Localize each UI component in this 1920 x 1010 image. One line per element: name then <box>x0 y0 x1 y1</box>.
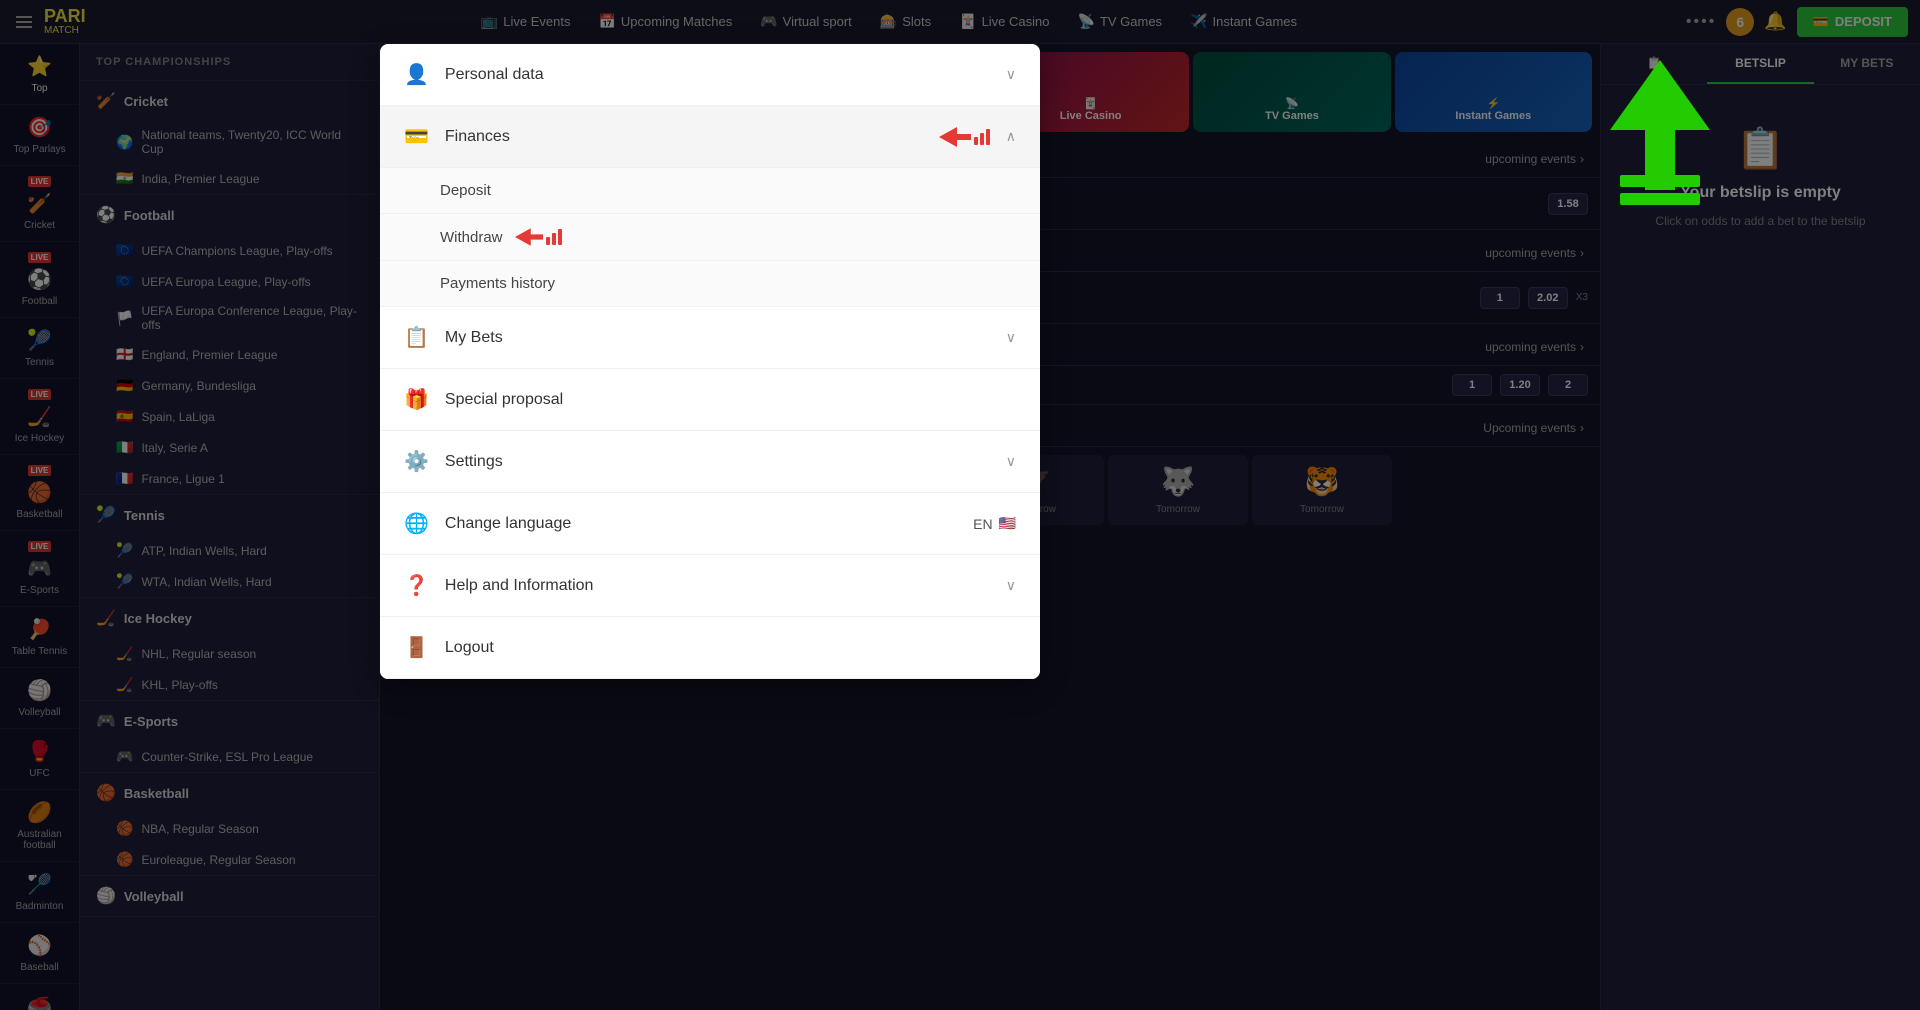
logout-icon: 🚪 <box>404 635 429 660</box>
modal-item-special-proposal[interactable]: 🎁 Special proposal <box>380 369 1040 431</box>
modal-sub-withdraw[interactable]: Withdraw <box>380 214 1040 261</box>
chevron-down-icon-settings: ∨ <box>1006 453 1016 470</box>
red-arrow-icon <box>939 127 971 147</box>
modal-sub-payments[interactable]: Payments history <box>380 261 1040 307</box>
help-icon: ❓ <box>404 573 429 598</box>
language-icon: 🌐 <box>404 511 429 536</box>
finances-icon: 💳 <box>404 124 429 149</box>
finances-arrow-indicator <box>939 127 990 147</box>
menu-modal: 👤 Personal data ∨ 💳 Finances ∧ Deposit W… <box>380 44 1040 679</box>
withdraw-red-arrow-icon <box>515 228 543 246</box>
modal-sub-deposit[interactable]: Deposit <box>380 168 1040 214</box>
red-bar-3 <box>986 129 990 145</box>
chevron-down-icon-help: ∨ <box>1006 577 1016 594</box>
my-bets-label: My Bets <box>445 329 990 347</box>
personal-data-icon: 👤 <box>404 62 429 87</box>
chevron-down-icon-mybets: ∨ <box>1006 329 1016 346</box>
finances-label: Finances <box>445 128 915 146</box>
modal-item-logout[interactable]: 🚪 Logout <box>380 617 1040 679</box>
red-bar-1 <box>974 137 978 145</box>
withdraw-arrow-indicator <box>515 228 562 246</box>
modal-item-change-language[interactable]: 🌐 Change language EN 🇺🇸 <box>380 493 1040 555</box>
modal-item-personal-data[interactable]: 👤 Personal data ∨ <box>380 44 1040 106</box>
withdraw-bar-3 <box>558 229 562 245</box>
chevron-up-icon-finances: ∧ <box>1006 128 1016 145</box>
modal-item-my-bets[interactable]: 📋 My Bets ∨ <box>380 307 1040 369</box>
withdraw-bar-1 <box>546 237 550 245</box>
change-language-label: Change language <box>445 515 957 533</box>
special-proposal-label: Special proposal <box>445 391 1016 409</box>
chevron-down-icon-personal: ∨ <box>1006 66 1016 83</box>
personal-data-label: Personal data <box>445 66 990 84</box>
us-flag-icon: 🇺🇸 <box>999 515 1016 532</box>
settings-label: Settings <box>445 453 990 471</box>
withdraw-bars-group <box>546 229 562 245</box>
red-bars-group <box>974 129 990 145</box>
red-bar-2 <box>980 133 984 145</box>
withdraw-bar-2 <box>552 233 556 245</box>
logout-label: Logout <box>445 639 1016 657</box>
my-bets-icon: 📋 <box>404 325 429 350</box>
language-value: EN 🇺🇸 <box>973 515 1016 532</box>
help-label: Help and Information <box>445 577 990 595</box>
modal-item-finances[interactable]: 💳 Finances ∧ <box>380 106 1040 168</box>
modal-item-help[interactable]: ❓ Help and Information ∨ <box>380 555 1040 617</box>
modal-item-settings[interactable]: ⚙️ Settings ∨ <box>380 431 1040 493</box>
settings-icon: ⚙️ <box>404 449 429 474</box>
special-proposal-icon: 🎁 <box>404 387 429 412</box>
